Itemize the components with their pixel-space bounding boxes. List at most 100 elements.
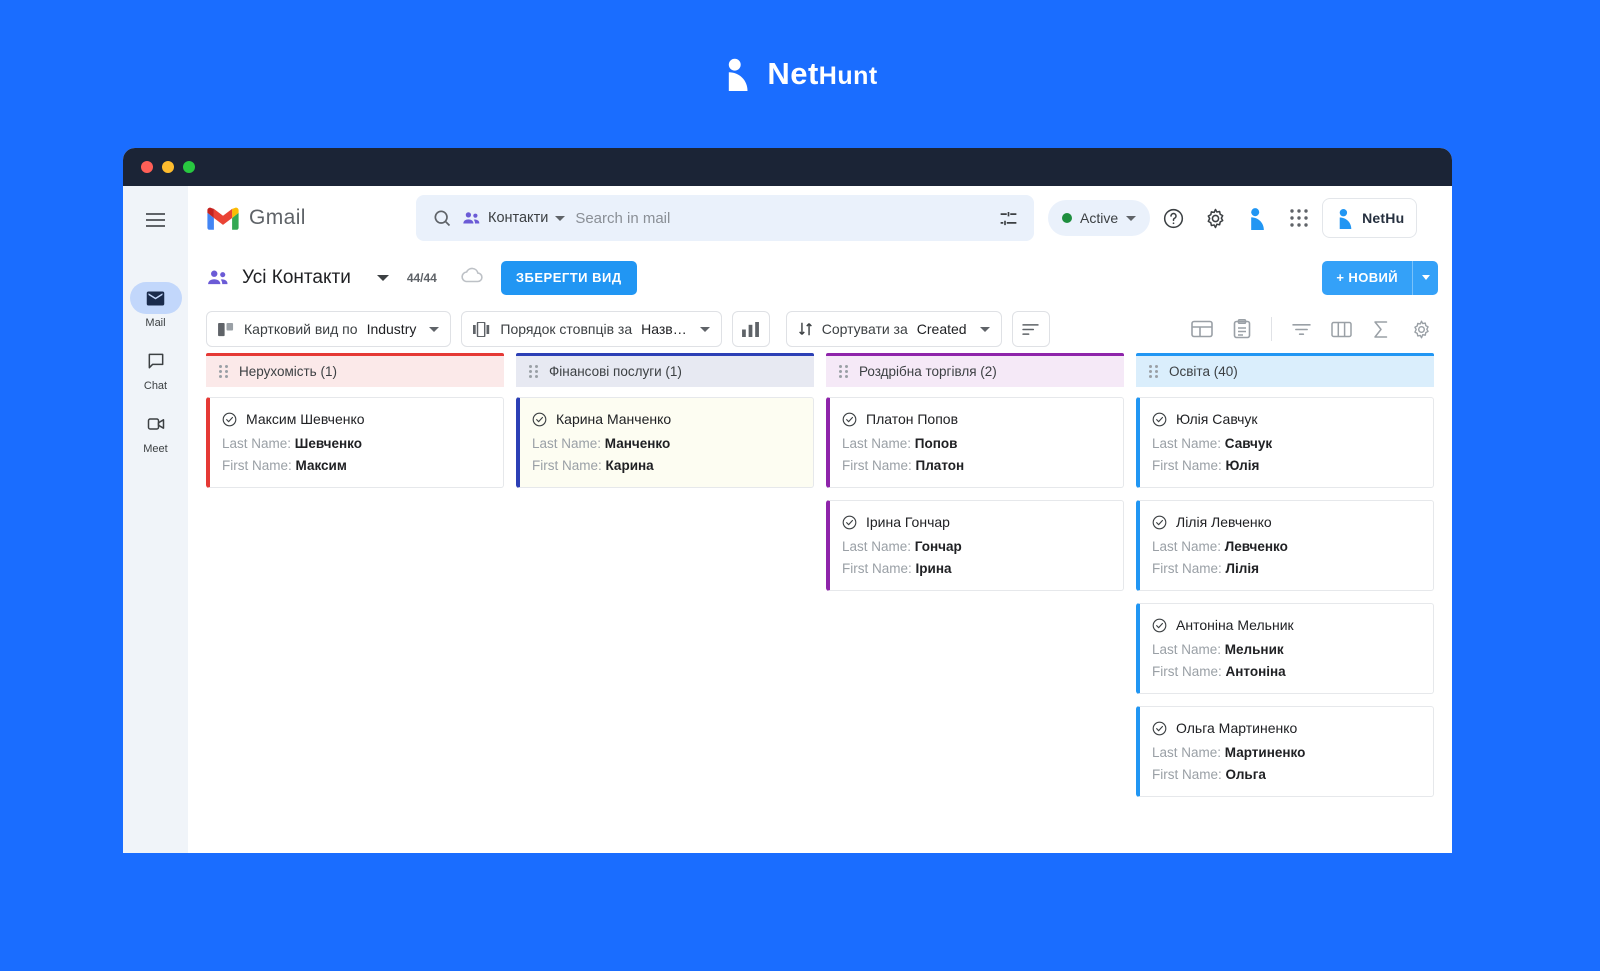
status-badge[interactable]: Active	[1048, 200, 1151, 236]
chevron-down-icon[interactable]	[1126, 215, 1137, 221]
split-layout-icon[interactable]	[1185, 312, 1219, 346]
contact-name: Ольга Мартиненко	[1176, 720, 1298, 736]
contact-first-name-field: First Name: Карина	[532, 458, 799, 473]
search-input[interactable]	[575, 209, 980, 227]
field-label: First Name:	[532, 458, 602, 473]
field-label: First Name:	[842, 458, 912, 473]
maximize-window-dot[interactable]	[183, 161, 195, 173]
minimize-window-dot[interactable]	[162, 161, 174, 173]
search-options-icon[interactable]	[990, 200, 1026, 236]
search-bar[interactable]: Контакти	[416, 195, 1034, 241]
field-label: Last Name:	[1152, 745, 1222, 760]
contact-last-name-field: Last Name: Гончар	[842, 539, 1109, 554]
kanban-column: Нерухомість (1) Максим Шевченко Last Name:…	[206, 353, 504, 853]
crm-view-toolbar: Усі Контакти 44/44 ЗБЕРЕГТИ ВИД + НОВИЙ	[188, 250, 1452, 305]
kanban-column-header[interactable]: Освіта (40)	[1136, 353, 1434, 387]
check-circle-icon[interactable]	[1152, 412, 1167, 427]
clipboard-icon[interactable]	[1225, 312, 1259, 346]
contact-card[interactable]: Юлія Савчук Last Name: Савчук First Name: …	[1136, 397, 1434, 488]
check-circle-icon[interactable]	[222, 412, 237, 427]
contact-card-header: Платон Попов	[842, 411, 1109, 427]
contact-last-name-field: Last Name: Манченко	[532, 436, 799, 451]
bar-chart-icon[interactable]	[731, 311, 770, 347]
sort-lines-icon[interactable]	[1011, 311, 1050, 347]
contact-card-header: Лілія Левченко	[1152, 514, 1419, 530]
contact-card[interactable]: Лілія Левченко Last Name: Левченко First N…	[1136, 500, 1434, 591]
apps-grid-icon[interactable]	[1280, 199, 1318, 237]
contact-card[interactable]: Максим Шевченко Last Name: Шевченко First …	[206, 397, 504, 488]
drag-handle-icon[interactable]	[839, 365, 848, 378]
kanban-column-title: Роздрібна торгівля (2)	[859, 364, 997, 379]
contact-last-name-field: Last Name: Попов	[842, 436, 1109, 451]
search-icon[interactable]	[432, 208, 452, 228]
contact-last-name-field: Last Name: Мартиненко	[1152, 745, 1419, 760]
field-label: Last Name:	[532, 436, 602, 451]
status-label: Active	[1080, 210, 1119, 226]
field-value: Максим	[295, 458, 347, 473]
kanban-column-header[interactable]: Роздрібна торгівля (2)	[826, 353, 1124, 387]
check-circle-icon[interactable]	[532, 412, 547, 427]
new-record-button[interactable]: + НОВИЙ	[1322, 260, 1412, 295]
kanban-column-header[interactable]: Нерухомість (1)	[206, 353, 504, 387]
sidebar-item-chat[interactable]: Chat	[123, 345, 188, 392]
sidebar-item-mail[interactable]: Mail	[123, 282, 188, 329]
check-circle-icon[interactable]	[842, 515, 857, 530]
chevron-down-icon[interactable]	[555, 215, 566, 221]
columns-icon[interactable]	[1324, 312, 1358, 346]
chevron-down-icon[interactable]	[979, 326, 990, 332]
contacts-people-icon	[463, 212, 480, 224]
contact-first-name-field: First Name: Юлія	[1152, 458, 1419, 473]
contact-card[interactable]: Карина Манченко Last Name: Манченко First …	[516, 397, 814, 488]
drag-handle-icon[interactable]	[219, 365, 228, 378]
nethunt-app-button[interactable]: NetHu	[1322, 198, 1418, 238]
gmail-left-rail: Mail Chat Meet	[123, 186, 188, 853]
contact-card[interactable]: Антоніна Мельник Last Name: Мельник First …	[1136, 603, 1434, 694]
sidebar-item-meet[interactable]: Meet	[123, 408, 188, 455]
new-record-dropdown[interactable]	[1412, 260, 1438, 295]
gear-icon[interactable]	[1196, 199, 1234, 237]
drag-handle-icon[interactable]	[1149, 365, 1158, 378]
nethunt-icon[interactable]	[1238, 199, 1276, 237]
chat-icon	[130, 345, 182, 377]
chevron-down-icon[interactable]	[376, 274, 389, 281]
contact-card-header: Антоніна Мельник	[1152, 617, 1419, 633]
check-circle-icon[interactable]	[1152, 515, 1167, 530]
chevron-down-icon[interactable]	[429, 326, 440, 332]
drag-handle-icon[interactable]	[529, 365, 538, 378]
hamburger-menu-icon[interactable]	[136, 200, 176, 240]
contact-card-header: Карина Манченко	[532, 411, 799, 427]
page-title: Усі Контакти	[242, 266, 351, 288]
sigma-icon[interactable]	[1364, 312, 1398, 346]
check-circle-icon[interactable]	[1152, 618, 1167, 633]
field-label: First Name:	[1152, 664, 1222, 679]
kanban-column: Фінансові послуги (1) Карина Манченко Last…	[516, 353, 814, 853]
contact-last-name-field: Last Name: Левченко	[1152, 539, 1419, 554]
contact-card[interactable]: Ірина Гончар Last Name: Гончар First Name:…	[826, 500, 1124, 591]
crm-filter-toolbar: Картковий вид по Industry Порядок стовпц…	[188, 305, 1452, 353]
gmail-label: Gmail	[249, 206, 306, 229]
gmail-logo[interactable]: Gmail	[206, 205, 416, 231]
field-label: Last Name:	[1152, 642, 1222, 657]
sidebar-item-label: Chat	[143, 380, 168, 392]
gear-icon[interactable]	[1404, 312, 1438, 346]
nethunt-logo-icon	[729, 58, 748, 91]
contact-first-name-field: First Name: Платон	[842, 458, 1109, 473]
kanban-column-header[interactable]: Фінансові послуги (1)	[516, 353, 814, 387]
check-circle-icon[interactable]	[842, 412, 857, 427]
card-view-value: Industry	[366, 321, 417, 337]
save-view-button[interactable]: ЗБЕРЕГТИ ВИД	[500, 260, 637, 295]
sort-selector[interactable]: Сортувати за Created	[785, 311, 1002, 347]
current-view[interactable]: Усі Контакти 44/44	[206, 266, 485, 289]
contact-card[interactable]: Платон Попов Last Name: Попов First Name: …	[826, 397, 1124, 488]
help-question-icon[interactable]	[1154, 199, 1192, 237]
card-view-selector[interactable]: Картковий вид по Industry	[206, 311, 452, 347]
search-scope-chip[interactable]: Контакти	[462, 210, 566, 226]
field-value: Ірина	[915, 561, 952, 576]
contact-card[interactable]: Ольга Мартиненко Last Name: Мартиненко Fir…	[1136, 706, 1434, 797]
chevron-down-icon[interactable]	[699, 326, 710, 332]
column-order-selector[interactable]: Порядок стовпців за Назв…	[461, 311, 722, 347]
check-circle-icon[interactable]	[1152, 721, 1167, 736]
close-window-dot[interactable]	[141, 161, 153, 173]
field-label: Last Name:	[1152, 436, 1222, 451]
filter-icon[interactable]	[1284, 312, 1318, 346]
